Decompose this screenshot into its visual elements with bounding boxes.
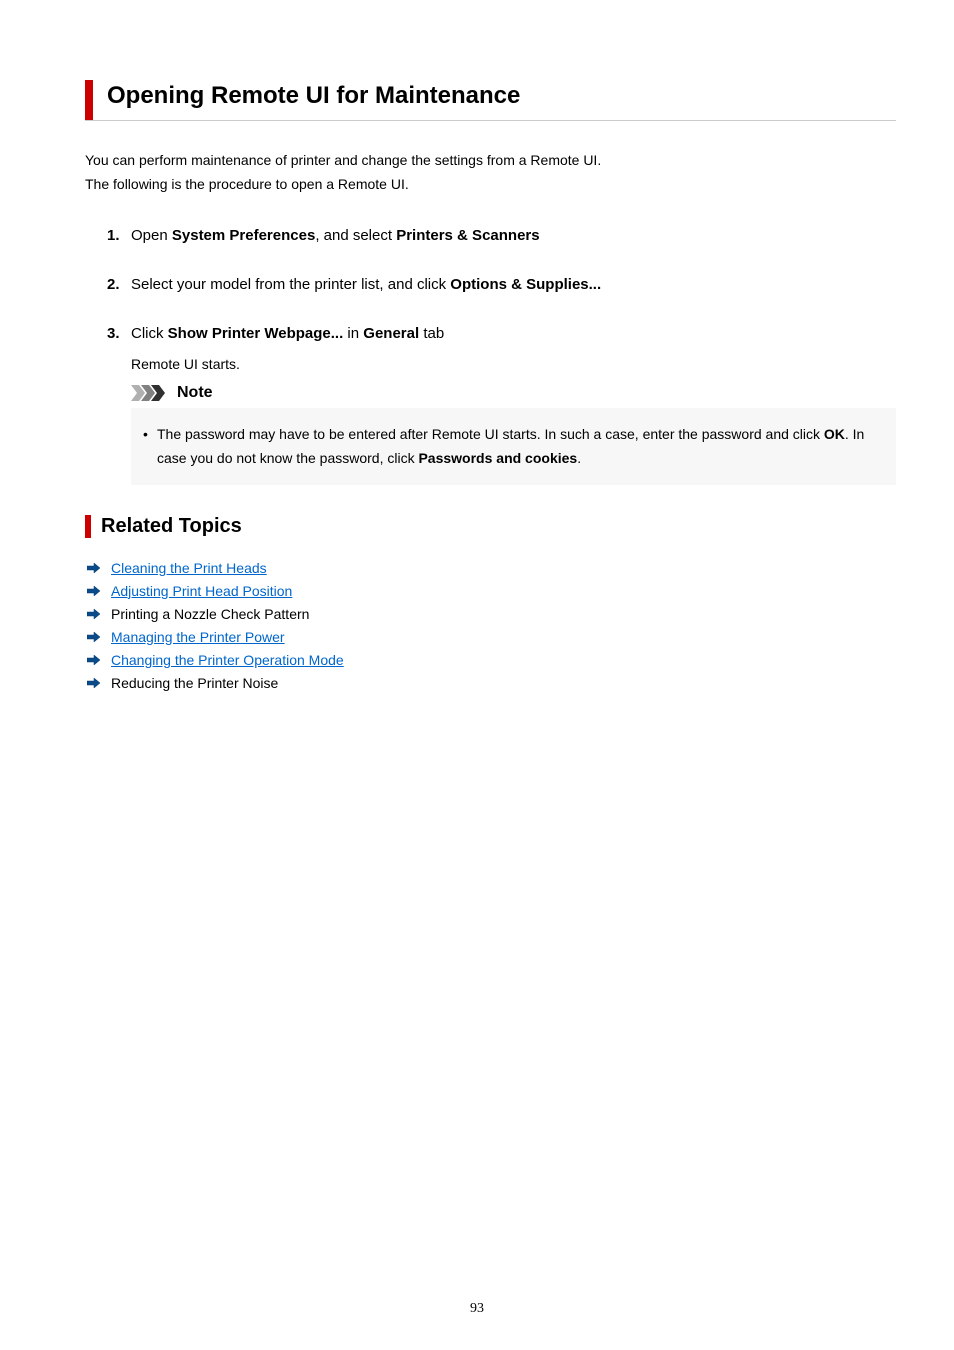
related-link[interactable]: Adjusting Print Head Position xyxy=(111,583,292,599)
arrow-right-icon xyxy=(87,585,101,597)
step-number: 3. xyxy=(107,325,131,342)
list-item: Cleaning the Print Heads xyxy=(87,560,896,576)
arrow-right-icon xyxy=(87,562,101,574)
page-title: Opening Remote UI for Maintenance xyxy=(85,80,896,120)
steps-list: 1. Open System Preferences, and select P… xyxy=(85,225,896,485)
list-item: Managing the Printer Power xyxy=(87,629,896,645)
step-3: 3. Click Show Printer Webpage... in Gene… xyxy=(107,323,896,485)
related-topics-list: Cleaning the Print Heads Adjusting Print … xyxy=(85,560,896,691)
note-label: Note xyxy=(177,384,213,402)
intro-text: You can perform maintenance of printer a… xyxy=(85,149,896,197)
list-item: Adjusting Print Head Position xyxy=(87,583,896,599)
related-text: Printing a Nozzle Check Pattern xyxy=(111,606,309,622)
arrow-right-icon xyxy=(87,654,101,666)
related-link[interactable]: Cleaning the Print Heads xyxy=(111,560,267,576)
list-item: Changing the Printer Operation Mode xyxy=(87,652,896,668)
arrow-right-icon xyxy=(87,608,101,620)
intro-line-1: You can perform maintenance of printer a… xyxy=(85,149,896,173)
related-link[interactable]: Changing the Printer Operation Mode xyxy=(111,652,344,668)
page-number: 93 xyxy=(0,1301,954,1317)
arrow-right-icon xyxy=(87,631,101,643)
related-text: Reducing the Printer Noise xyxy=(111,675,278,691)
chevron-right-icon xyxy=(131,385,169,401)
intro-line-2: The following is the procedure to open a… xyxy=(85,173,896,197)
step-number: 2. xyxy=(107,276,131,293)
arrow-right-icon xyxy=(87,677,101,689)
step-1: 1. Open System Preferences, and select P… xyxy=(107,225,896,246)
step-text: Click Show Printer Webpage... in General… xyxy=(131,323,444,344)
step-3-sub: Remote UI starts. xyxy=(107,356,896,372)
step-text: Select your model from the printer list,… xyxy=(131,274,601,295)
related-link[interactable]: Managing the Printer Power xyxy=(111,629,285,645)
step-text: Open System Preferences, and select Prin… xyxy=(131,225,540,246)
list-item: Printing a Nozzle Check Pattern xyxy=(87,606,896,622)
note-box: The password may have to be entered afte… xyxy=(131,408,896,485)
note-block: Note The password may have to be entered… xyxy=(131,384,896,485)
list-item: Reducing the Printer Noise xyxy=(87,675,896,691)
step-number: 1. xyxy=(107,227,131,244)
step-2: 2. Select your model from the printer li… xyxy=(107,274,896,295)
related-topics-heading: Related Topics xyxy=(85,515,896,538)
